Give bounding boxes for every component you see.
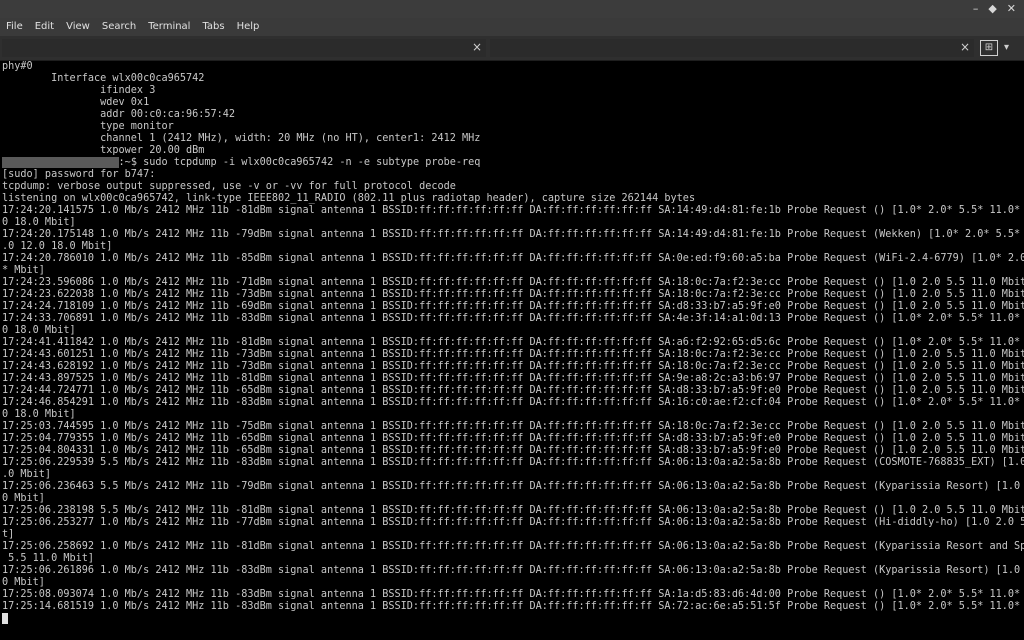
terminal-line: wdev 0x1 [2, 97, 150, 108]
terminal-tab-1[interactable] [2, 39, 486, 57]
tab-menu-icon[interactable]: ▾ [1004, 40, 1009, 56]
terminal-line: 17:24:33.706891 1.0 Mb/s 2412 MHz 11b -8… [2, 313, 1024, 324]
terminal-line: 5.5 11.0 Mbit] [2, 553, 95, 564]
terminal-line: 17:24:43.628192 1.0 Mb/s 2412 MHz 11b -7… [2, 361, 1024, 372]
terminal-line: 0 18.0 Mbit] [2, 217, 76, 228]
menu-terminal[interactable]: Terminal [142, 18, 196, 36]
terminal-line: 17:24:43.897525 1.0 Mb/s 2412 MHz 11b -8… [2, 373, 1024, 384]
terminal-output[interactable]: phy#0 Interface wlx00c0ca965742 ifindex … [0, 61, 1024, 640]
new-tab-icon[interactable]: ⊞ [980, 40, 998, 56]
terminal-line: txpower 20.00 dBm [2, 145, 205, 156]
menu-tabs[interactable]: Tabs [196, 18, 230, 36]
terminal-line: 17:24:24.718109 1.0 Mb/s 2412 MHz 11b -6… [2, 301, 1024, 312]
tab-bar: × × [0, 36, 1024, 61]
menu-view[interactable]: View [60, 18, 96, 36]
terminal-line: * Mbit] [2, 265, 45, 276]
terminal-line: type monitor [2, 121, 174, 132]
terminal-line: channel 1 (2412 MHz), width: 20 MHz (no … [2, 133, 481, 144]
terminal-lines-after: [sudo] password for b747: tcpdump: verbos… [0, 169, 1024, 613]
terminal-line: .0 12.0 18.0 Mbit] [2, 241, 113, 252]
redacted-user-host: xxxxxxxxxxxxxxxxxxx [2, 157, 119, 168]
terminal-line: 17:25:06.229539 5.5 Mb/s 2412 MHz 11b -8… [2, 457, 1024, 468]
close-icon[interactable]: ✕ [1007, 1, 1016, 17]
terminal-line: 17:25:06.261896 1.0 Mb/s 2412 MHz 11b -8… [2, 565, 1024, 576]
terminal-line: 17:25:06.238198 5.5 Mb/s 2412 MHz 11b -8… [2, 505, 1024, 516]
terminal-line: 17:25:04.804331 1.0 Mb/s 2412 MHz 11b -6… [2, 445, 1024, 456]
prompt-line: xxxxxxxxxxxxxxxxxxx:~$ sudo tcpdump -i w… [0, 157, 1024, 169]
terminal-line: [sudo] password for b747: [2, 169, 156, 180]
terminal-line: phy#0 [2, 61, 33, 72]
menu-file[interactable]: File [0, 18, 29, 36]
terminal-line: 17:25:06.236463 5.5 Mb/s 2412 MHz 11b -7… [2, 481, 1024, 492]
terminal-line: 0 18.0 Mbit] [2, 409, 76, 420]
terminal-line: .0 Mbit] [2, 469, 52, 480]
terminal-line: 17:24:43.601251 1.0 Mb/s 2412 MHz 11b -7… [2, 349, 1024, 360]
terminal-line: 0 Mbit] [2, 577, 45, 588]
terminal-line: 17:25:06.253277 1.0 Mb/s 2412 MHz 11b -7… [2, 517, 1024, 528]
terminal-line: addr 00:c0:ca:96:57:42 [2, 109, 236, 120]
terminal-line: Interface wlx00c0ca965742 [2, 73, 205, 84]
terminal-line: 17:24:46.854291 1.0 Mb/s 2412 MHz 11b -8… [2, 397, 1024, 408]
terminal-line: 17:24:20.786010 1.0 Mb/s 2412 MHz 11b -8… [2, 253, 1024, 264]
minimize-icon[interactable]: – [973, 1, 979, 17]
close-tab-1-icon[interactable]: × [472, 39, 482, 55]
terminal-line: ifindex 3 [2, 85, 156, 96]
terminal-lines-before: phy#0 Interface wlx00c0ca965742 ifindex … [0, 61, 1024, 157]
terminal-line: 17:25:06.258692 1.0 Mb/s 2412 MHz 11b -8… [2, 541, 1024, 552]
terminal-line: 17:24:41.411842 1.0 Mb/s 2412 MHz 11b -8… [2, 337, 1024, 348]
terminal-line: 17:24:20.175148 1.0 Mb/s 2412 MHz 11b -7… [2, 229, 1024, 240]
terminal-line: 0 18.0 Mbit] [2, 325, 76, 336]
terminal-line: tcpdump: verbose output suppressed, use … [2, 181, 456, 192]
menu-edit[interactable]: Edit [29, 18, 60, 36]
terminal-line: 0 Mbit] [2, 493, 45, 504]
terminal-line: 17:25:14.681519 1.0 Mb/s 2412 MHz 11b -8… [2, 601, 1024, 612]
close-tab-2-icon[interactable]: × [960, 39, 970, 55]
terminal-line: t] [2, 529, 15, 540]
menu-help[interactable]: Help [231, 18, 266, 36]
prompt-command: :~$ sudo tcpdump -i wlx00c0ca965742 -n -… [118, 157, 481, 168]
cursor-line [0, 613, 1024, 627]
terminal-tab-2[interactable] [490, 39, 974, 57]
terminal-line: 17:24:20.141575 1.0 Mb/s 2412 MHz 11b -8… [2, 205, 1024, 216]
terminal-line: 17:24:23.596086 1.0 Mb/s 2412 MHz 11b -7… [2, 277, 1024, 288]
restore-icon[interactable]: ◆ [988, 1, 996, 17]
menu-bar: File Edit View Search Terminal Tabs Help [0, 18, 1024, 36]
window-controls: – ◆ ✕ [973, 1, 1016, 17]
terminal-line: 17:24:23.622038 1.0 Mb/s 2412 MHz 11b -7… [2, 289, 1024, 300]
terminal-line: 17:24:44.724771 1.0 Mb/s 2412 MHz 11b -6… [2, 385, 1024, 396]
terminal-line: 17:25:04.779355 1.0 Mb/s 2412 MHz 11b -6… [2, 433, 1024, 444]
terminal-line: listening on wlx00c0ca965742, link-type … [2, 193, 696, 204]
terminal-cursor [2, 613, 8, 624]
terminal-line: 17:25:08.093074 1.0 Mb/s 2412 MHz 11b -8… [2, 589, 1024, 600]
window-titlebar: – ◆ ✕ [0, 0, 1024, 18]
menu-search[interactable]: Search [96, 18, 142, 36]
terminal-line: 17:25:03.744595 1.0 Mb/s 2412 MHz 11b -7… [2, 421, 1024, 432]
